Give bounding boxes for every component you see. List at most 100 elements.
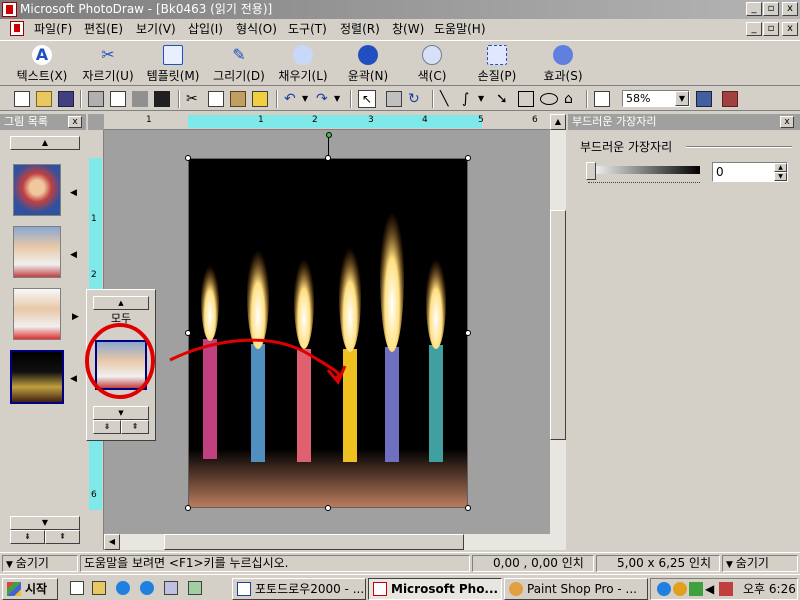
chevron-down-icon[interactable]: ▼ (675, 91, 689, 106)
resize-handle[interactable] (465, 330, 471, 336)
template-button[interactable]: 템플릿(M) (142, 45, 204, 85)
scroll-top-button[interactable]: ⇞ (45, 530, 80, 544)
close-icon[interactable]: x (68, 116, 82, 128)
undo-icon[interactable]: ↶ (284, 91, 300, 107)
app-icon[interactable] (2, 2, 17, 17)
spin-down-button[interactable]: ▼ (774, 172, 787, 181)
rotate-handle[interactable] (326, 132, 332, 138)
minimize-button[interactable]: _ (746, 2, 762, 16)
rectangle-icon[interactable] (518, 91, 534, 107)
thumbnail-child-2[interactable] (13, 288, 61, 340)
menu-insert[interactable]: 삽입(I) (188, 21, 223, 37)
resize-handle[interactable] (325, 155, 331, 161)
expand-arrow-icon[interactable]: ▶ (72, 312, 79, 322)
cut-icon[interactable]: ✂ (186, 91, 202, 107)
task-button-word[interactable]: 포토드로우2000 - ... (232, 578, 366, 600)
flyout-scroll-bottom-button[interactable]: ⇟ (93, 420, 121, 434)
expand-arrow-icon[interactable]: ◀ (70, 250, 77, 260)
curve-icon[interactable]: ∫ (462, 91, 478, 107)
horizontal-scrollbar[interactable]: ◀ (104, 534, 550, 550)
fit-icon[interactable] (696, 91, 712, 107)
maximize-button[interactable]: ▫ (763, 2, 779, 16)
print-preview-icon[interactable] (110, 91, 126, 107)
hide-right-button[interactable]: ▼ 숨기기 (722, 555, 798, 572)
vertical-scrollbar[interactable] (550, 130, 566, 550)
line-icon[interactable]: ╲ (440, 91, 456, 107)
document-icon[interactable] (10, 21, 24, 36)
spin-up-button[interactable]: ▲ (774, 163, 787, 172)
scroll-bottom-button[interactable]: ⇟ (10, 530, 45, 544)
menu-arrange[interactable]: 정렬(R) (340, 21, 380, 37)
start-button[interactable]: 시작 (2, 578, 58, 600)
effects-button[interactable]: 효과(S) (536, 45, 590, 85)
close-icon[interactable]: x (780, 116, 794, 128)
menu-view[interactable]: 보기(V) (136, 21, 176, 37)
tray-icon[interactable] (673, 582, 687, 596)
fill-button[interactable]: 채우기(L) (274, 45, 332, 85)
resize-handle[interactable] (325, 505, 331, 511)
curve-dropdown-icon[interactable]: ▼ (478, 91, 494, 107)
ie-icon[interactable] (140, 581, 154, 595)
clock[interactable]: 오후 6:26 (743, 579, 796, 599)
doc-restore-button[interactable]: ▫ (763, 22, 779, 36)
thumbnail-framed-child[interactable] (13, 164, 61, 216)
menu-format[interactable]: 형식(O) (236, 21, 277, 37)
color-button[interactable]: 색(C) (408, 45, 456, 85)
new-icon[interactable] (14, 91, 30, 107)
expand-arrow-icon[interactable]: ◀ (70, 374, 77, 384)
scroll-thumb[interactable] (164, 534, 464, 550)
group-icon[interactable] (386, 91, 402, 107)
scan-icon[interactable] (132, 91, 148, 107)
thumbnail-candles[interactable] (10, 350, 64, 404)
scroll-left-button[interactable]: ◀ (104, 534, 120, 550)
quicklaunch-icon[interactable] (164, 581, 178, 595)
thumbnail-child-1[interactable] (13, 226, 61, 278)
properties-icon[interactable] (594, 91, 610, 107)
close-button[interactable]: x (782, 2, 798, 16)
touchup-button[interactable]: 손질(P) (470, 45, 524, 85)
scroll-down-button[interactable]: ▼ (10, 516, 80, 530)
menu-window[interactable]: 창(W) (392, 21, 424, 37)
crop-button[interactable]: ✂ 자르기(U) (78, 45, 138, 85)
arrow-line-icon[interactable]: ➘ (496, 91, 512, 107)
tray-icon[interactable] (689, 582, 703, 596)
draw-button[interactable]: ✎ 그리기(D) (210, 45, 268, 85)
help-book-icon[interactable] (722, 91, 738, 107)
outline-button[interactable]: 윤곽(N) (342, 45, 394, 85)
menu-help[interactable]: 도움말(H) (434, 21, 486, 37)
quicklaunch-icon[interactable] (188, 581, 202, 595)
tray-icon[interactable] (719, 582, 733, 596)
tray-icon[interactable] (657, 582, 671, 596)
quicklaunch-icon[interactable] (92, 581, 106, 595)
redo-icon[interactable]: ↷ (316, 91, 332, 107)
hide-left-button[interactable]: ▼ 숨기기 (2, 555, 78, 572)
scroll-up-button[interactable]: ▲ (10, 136, 80, 150)
soft-edge-slider-track[interactable] (588, 166, 700, 174)
menu-edit[interactable]: 편집(E) (84, 21, 123, 37)
task-button-photodraw[interactable]: Microsoft Pho... (368, 578, 502, 600)
doc-minimize-button[interactable]: _ (746, 22, 762, 36)
paste-icon[interactable] (230, 91, 246, 107)
scroll-up-button[interactable]: ▲ (550, 114, 566, 130)
flyout-scroll-down-button[interactable]: ▼ (93, 406, 149, 420)
zoom-select[interactable]: 58% ▼ (622, 90, 690, 107)
quicklaunch-icon[interactable] (70, 581, 84, 595)
camera-icon[interactable] (154, 91, 170, 107)
volume-icon[interactable]: ◀ (705, 582, 719, 596)
scroll-thumb[interactable] (550, 210, 566, 440)
doc-close-button[interactable]: x (782, 22, 798, 36)
flyout-scroll-top-button[interactable]: ⇞ (121, 420, 149, 434)
copy-icon[interactable] (208, 91, 224, 107)
rotate-icon[interactable]: ↻ (408, 91, 424, 107)
resize-handle[interactable] (465, 155, 471, 161)
print-icon[interactable] (88, 91, 104, 107)
expand-arrow-icon[interactable]: ◀ (70, 188, 77, 198)
menu-file[interactable]: 파일(F) (34, 21, 72, 37)
pointer-icon[interactable]: ↖ (358, 90, 376, 108)
open-icon[interactable] (36, 91, 52, 107)
menu-tools[interactable]: 도구(T) (288, 21, 327, 37)
format-painter-icon[interactable] (252, 91, 268, 107)
ie-icon[interactable] (116, 581, 130, 595)
task-button-paintshop[interactable]: Paint Shop Pro - ... (504, 578, 648, 600)
ellipse-icon[interactable] (540, 93, 558, 105)
